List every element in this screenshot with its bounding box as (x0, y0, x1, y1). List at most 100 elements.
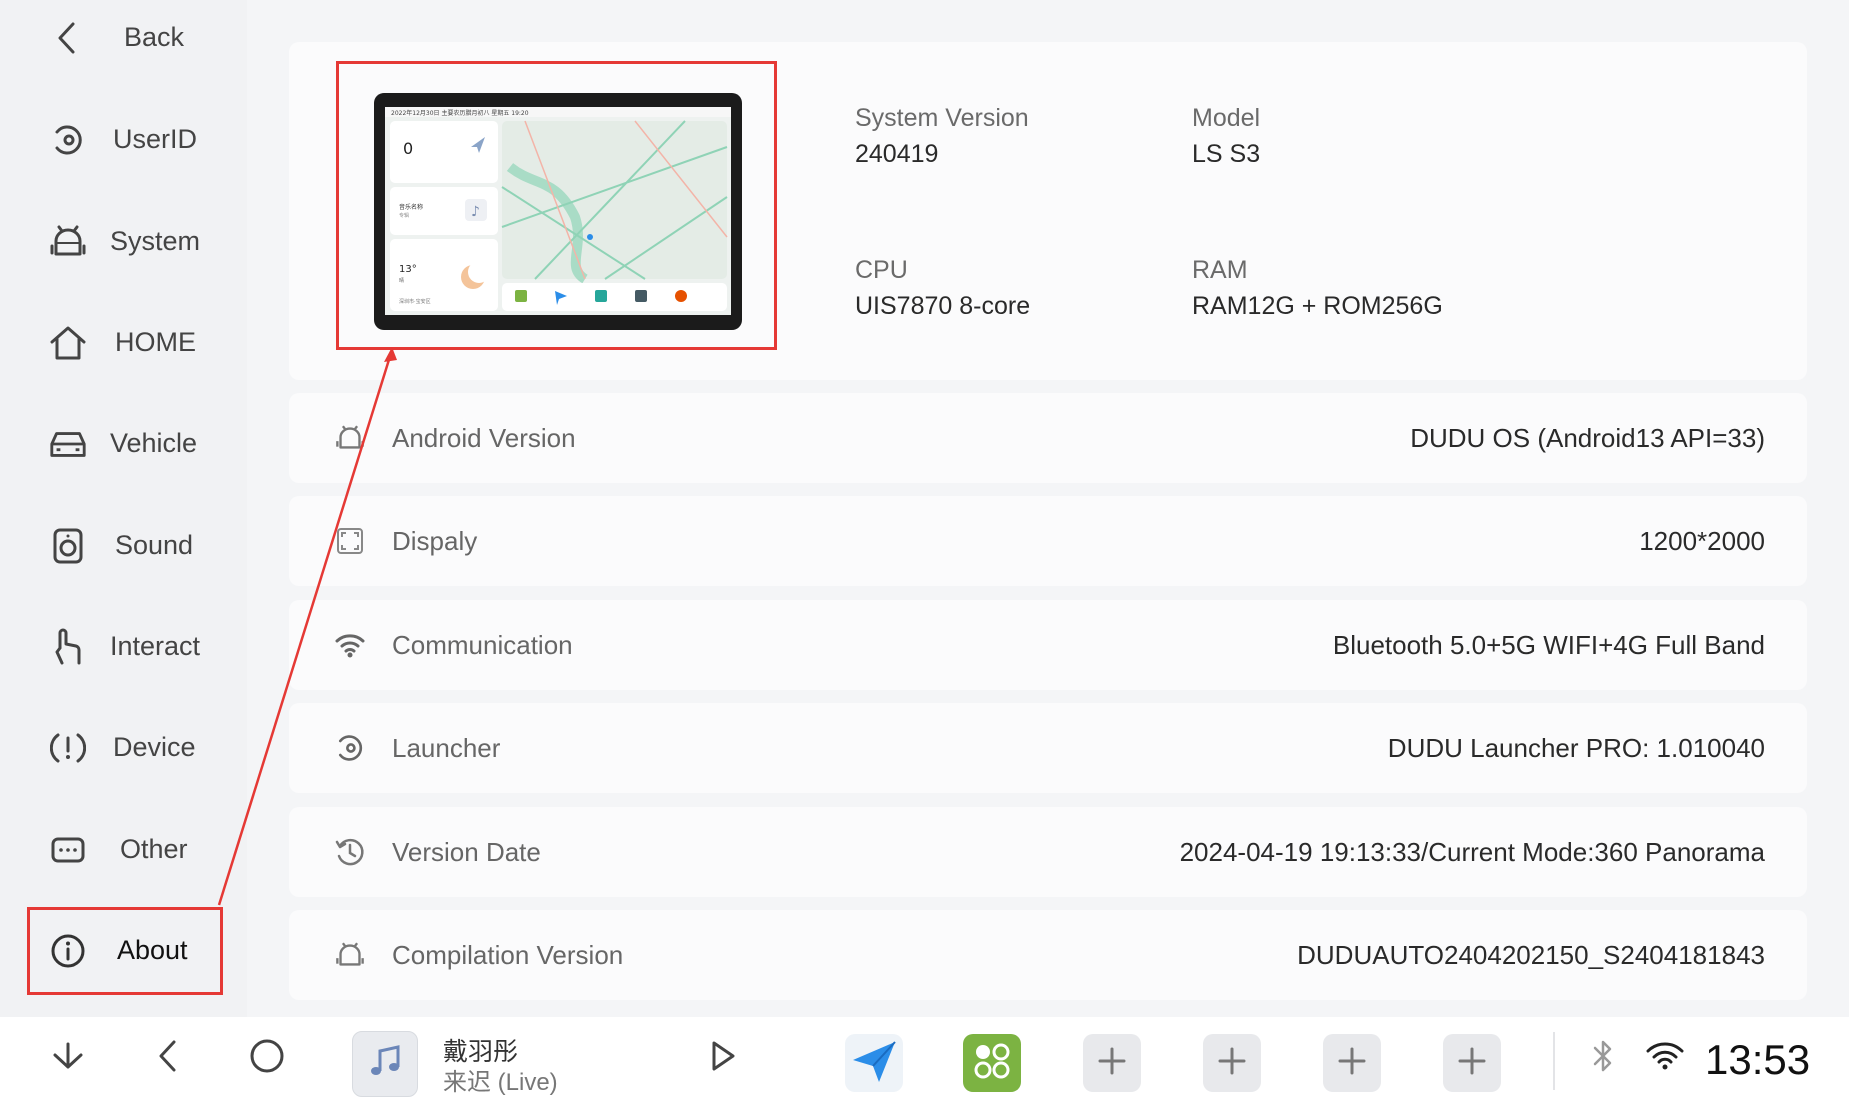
model-value: LS S3 (1192, 140, 1261, 168)
add-shortcut-button[interactable] (1443, 1034, 1501, 1092)
play-icon (709, 1040, 737, 1077)
android-version-row[interactable]: Android Version DUDU OS (Android13 API=3… (289, 393, 1807, 483)
device-alert-icon (48, 728, 88, 768)
ram-label: RAM (1192, 256, 1248, 284)
model-label: Model (1192, 104, 1261, 132)
sidebar-item-label: Vehicle (110, 428, 198, 458)
preview-weather-desc: 晴 (399, 277, 404, 284)
bluetooth-status[interactable] (1588, 1017, 1618, 1099)
cpu-label: CPU (855, 256, 908, 284)
row-label: Android Version (392, 423, 576, 453)
status-clock: 13:53 (1705, 1036, 1811, 1083)
plus-icon (1217, 1046, 1247, 1081)
nav-home-button[interactable] (246, 1017, 288, 1099)
sidebar-item-system[interactable]: System (0, 191, 247, 292)
chevron-down-icon (50, 1041, 86, 1076)
sidebar-item-label: Sound (115, 530, 194, 560)
row-value: DUDUAUTO2404202150_S2404181843 (1297, 940, 1765, 970)
back-label: Back (124, 22, 185, 52)
sidebar-item-device[interactable]: Device (0, 697, 247, 798)
sidebar-item-vehicle[interactable]: Vehicle (0, 393, 247, 494)
sidebar-item-label: UserID (113, 124, 198, 154)
wifi-icon (1645, 1040, 1685, 1077)
sidebar-item-sound[interactable]: Sound (0, 495, 247, 596)
launcher-row[interactable]: Launcher DUDU Launcher PRO: 1.010040 (289, 703, 1807, 793)
wifi-status[interactable] (1643, 1017, 1687, 1099)
sidebar-item-interact[interactable]: Interact (0, 596, 247, 697)
sidebar-item-label: HOME (115, 327, 196, 357)
back-button[interactable]: Back (0, 0, 247, 88)
compilation-version-row[interactable]: Compilation Version DUDUAUTO2404202150_S… (289, 910, 1807, 1000)
sidebar-item-other[interactable]: Other (0, 799, 247, 900)
add-shortcut-button[interactable] (1083, 1034, 1141, 1092)
preview-music-title: 音乐名称 (399, 203, 423, 211)
add-shortcut-button[interactable] (1203, 1034, 1261, 1092)
userid-icon (48, 120, 88, 160)
row-value: 1200*2000 (1639, 526, 1765, 556)
sidebar-item-label: Other (120, 834, 188, 864)
row-value: 2024-04-19 19:13:33/Current Mode:360 Pan… (1179, 837, 1765, 867)
plus-icon (1097, 1046, 1127, 1081)
home-icon (48, 323, 88, 363)
speaker-icon (48, 526, 88, 566)
bluetooth-icon (1591, 1038, 1615, 1079)
touch-icon (48, 627, 88, 667)
wifi-icon (332, 627, 368, 663)
preview-location: 深圳市·宝安区 (399, 298, 431, 305)
android-icon (332, 420, 368, 456)
sidebar-item-label: Device (113, 732, 196, 762)
system-version-label: System Version (855, 104, 1029, 132)
row-label: Communication (392, 630, 573, 660)
car-icon (48, 424, 88, 464)
preview-music-artist: 专辑 (399, 212, 409, 219)
svg-text:♪: ♪ (471, 204, 480, 220)
circle-home-icon (249, 1038, 285, 1079)
sidebar-item-userid[interactable]: UserID (0, 89, 247, 190)
sidebar-item-label: System (110, 226, 201, 256)
row-label: Version Date (392, 837, 541, 867)
row-value: DUDU OS (Android13 API=33) (1410, 423, 1765, 453)
row-label: Dispaly (392, 526, 478, 556)
row-value: DUDU Launcher PRO: 1.010040 (1387, 733, 1765, 763)
launcher-icon (332, 730, 368, 766)
android-icon (332, 937, 368, 973)
preview-status-text: 2022年12月30日 主要农历腊月初八 星期五 19:20 (391, 109, 529, 117)
row-label: Compilation Version (392, 940, 624, 970)
play-button[interactable] (703, 1017, 743, 1099)
device-preview-screen: 2022年12月30日 主要农历腊月初八 星期五 19:20 0 音乐名称 专辑… (385, 107, 731, 315)
app-grid-icon (972, 1041, 1012, 1086)
about-highlight-box (27, 907, 223, 995)
navigation-app-button[interactable] (845, 1034, 903, 1092)
plus-icon (1337, 1046, 1367, 1081)
sidebar-item-label: Interact (110, 631, 201, 661)
dock-divider (1553, 1032, 1555, 1090)
chevron-left-icon (156, 1039, 180, 1078)
apps-button[interactable] (963, 1034, 1021, 1092)
cpu-value: UIS7870 8-core (855, 292, 1031, 320)
chevron-left-icon (48, 18, 88, 58)
add-shortcut-button[interactable] (1323, 1034, 1381, 1092)
android-icon (48, 222, 88, 262)
keyboard-icon (48, 830, 88, 870)
version-date-row[interactable]: Version Date 2024-04-19 19:13:33/Current… (289, 807, 1807, 897)
preview-weather-temp: 13° (399, 264, 417, 275)
system-version-value: 240419 (855, 140, 939, 168)
history-icon (332, 834, 368, 870)
plus-icon (1457, 1046, 1487, 1081)
row-value: Bluetooth 5.0+5G WIFI+4G Full Band (1332, 630, 1765, 660)
ram-value: RAM12G + ROM256G (1192, 292, 1443, 320)
sidebar-item-home[interactable]: HOME (0, 292, 247, 393)
nav-back-button[interactable] (148, 1017, 188, 1099)
album-art[interactable] (352, 1031, 418, 1097)
song-artist: 来迟 (Live) (443, 1069, 558, 1096)
collapse-button[interactable] (44, 1017, 92, 1099)
row-label: Launcher (392, 733, 501, 763)
display-icon (332, 523, 368, 559)
display-row[interactable]: Dispaly 1200*2000 (289, 496, 1807, 586)
preview-speed: 0 (403, 139, 413, 158)
communication-row[interactable]: Communication Bluetooth 5.0+5G WIFI+4G F… (289, 600, 1807, 690)
paper-plane-icon (849, 1036, 899, 1091)
device-preview-image: 2022年12月30日 主要农历腊月初八 星期五 19:20 0 音乐名称 专辑… (374, 93, 742, 330)
music-note-icon (366, 1043, 404, 1086)
settings-sidebar: Back UserID System HOME Vehicle Sound In… (0, 0, 247, 1017)
